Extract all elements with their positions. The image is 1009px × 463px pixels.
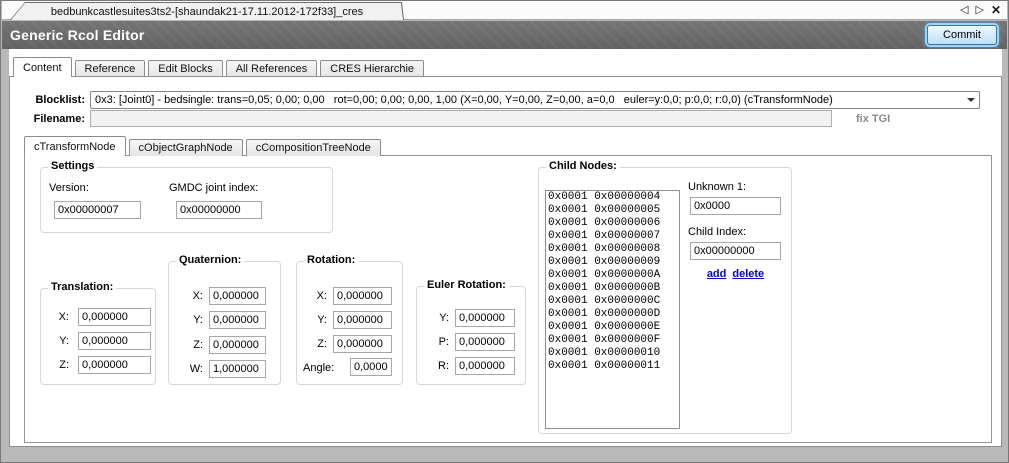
rotation-legend: Rotation: xyxy=(304,254,358,266)
child-nodes-listbox[interactable]: 0x0001 0x00000004 0x0001 0x00000005 0x00… xyxy=(545,190,680,429)
ctransformnode-panel: Settings Version: GMDC joint index: Tran… xyxy=(24,155,992,443)
translation-y-label: Y: xyxy=(49,335,69,347)
blocklist-label: Blocklist: xyxy=(10,94,85,106)
quaternion-y-input[interactable] xyxy=(209,311,266,329)
translation-x-label: X: xyxy=(49,311,69,323)
list-item[interactable]: 0x0001 0x0000000F xyxy=(546,334,679,347)
list-item[interactable]: 0x0001 0x00000009 xyxy=(546,256,679,269)
list-item[interactable]: 0x0001 0x00000004 xyxy=(546,191,679,204)
translation-legend: Translation: xyxy=(48,281,116,293)
quaternion-w-label: W: xyxy=(179,363,203,375)
quaternion-z-label: Z: xyxy=(179,339,203,351)
quaternion-y-label: Y: xyxy=(179,314,203,326)
blocklist-select[interactable]: 0x3: [Joint0] - bedsingle: trans=0,05; 0… xyxy=(90,91,980,109)
filename-label: Filename: xyxy=(10,113,85,125)
euler-p-label: P: xyxy=(427,336,449,348)
list-item[interactable]: 0x0001 0x0000000B xyxy=(546,282,679,295)
content-tab-page: Blocklist: 0x3: [Joint0] - bedsingle: tr… xyxy=(9,76,1002,447)
translation-z-input[interactable] xyxy=(78,356,151,374)
translation-x-input[interactable] xyxy=(78,308,151,326)
translation-group: Translation: X: Y: Z: xyxy=(40,288,156,385)
tab-cobjectgraphnode[interactable]: cObjectGraphNode xyxy=(129,139,243,156)
list-item[interactable]: 0x0001 0x00000010 xyxy=(546,347,679,360)
tab-ccompositiontreenode[interactable]: cCompositionTreeNode xyxy=(246,139,381,156)
tab-cres-hierarchie[interactable]: CRES Hierarchie xyxy=(320,60,424,77)
nav-prev-icon[interactable]: ◁ xyxy=(960,1,968,19)
tab-reference[interactable]: Reference xyxy=(75,60,146,77)
version-input[interactable] xyxy=(54,201,141,219)
euler-r-label: R: xyxy=(427,360,449,372)
tab-all-references[interactable]: All References xyxy=(226,60,318,77)
quaternion-group: Quaternion: X: Y: Z: W: xyxy=(168,261,281,385)
version-label: Version: xyxy=(49,182,89,194)
list-item[interactable]: 0x0001 0x00000005 xyxy=(546,204,679,217)
tab-edit-blocks[interactable]: Edit Blocks xyxy=(148,60,222,77)
unknown1-input[interactable] xyxy=(690,197,781,215)
euler-y-input[interactable] xyxy=(455,309,515,327)
fix-tgi-link: fix TGI xyxy=(856,113,890,125)
child-index-input[interactable] xyxy=(690,242,781,260)
euler-rotation-legend: Euler Rotation: xyxy=(424,279,509,291)
nav-next-icon[interactable]: ▷ xyxy=(975,1,983,19)
rotation-x-input[interactable] xyxy=(333,287,392,305)
chevron-down-icon xyxy=(963,92,979,108)
document-tab-bar: bedbunkcastlesuites3ts2-[shaundak21-17.1… xyxy=(2,1,1007,20)
list-item[interactable]: 0x0001 0x0000000E xyxy=(546,321,679,334)
child-nodes-legend: Child Nodes: xyxy=(546,160,620,172)
node-tab-strip: cTransformNode cObjectGraphNode cComposi… xyxy=(24,136,384,156)
commit-button[interactable]: Commit xyxy=(927,25,997,45)
gmdc-joint-index-label: GMDC joint index: xyxy=(169,182,258,194)
quaternion-x-label: X: xyxy=(179,290,203,302)
euler-r-input[interactable] xyxy=(455,357,515,375)
list-item[interactable]: 0x0001 0x00000007 xyxy=(546,230,679,243)
list-item[interactable]: 0x0001 0x00000006 xyxy=(546,217,679,230)
child-nodes-group: Child Nodes: 0x0001 0x00000004 0x0001 0x… xyxy=(538,167,792,434)
resource-tab[interactable]: bedbunkcastlesuites3ts2-[shaundak21-17.1… xyxy=(10,2,404,20)
euler-p-input[interactable] xyxy=(455,333,515,351)
editor-body: Content Reference Edit Blocks All Refere… xyxy=(9,49,1002,447)
quaternion-w-input[interactable] xyxy=(209,360,266,378)
rotation-angle-label: Angle: xyxy=(303,362,334,374)
page-title: Generic Rcol Editor xyxy=(10,27,145,43)
delete-link[interactable]: delete xyxy=(732,268,764,280)
quaternion-x-input[interactable] xyxy=(209,287,266,305)
add-link[interactable]: add xyxy=(707,268,727,280)
rotation-y-label: Y: xyxy=(305,314,327,326)
tab-ctransformnode[interactable]: cTransformNode xyxy=(24,136,126,156)
rotation-group: Rotation: X: Y: Z: Angle: xyxy=(296,261,403,385)
euler-rotation-group: Euler Rotation: Y: P: R: xyxy=(416,286,526,385)
rotation-x-label: X: xyxy=(305,290,327,302)
list-item[interactable]: 0x0001 0x00000008 xyxy=(546,243,679,256)
rotation-z-label: Z: xyxy=(305,338,327,350)
tab-nav-controls: ◁ ▷ ✕ xyxy=(960,1,1001,19)
list-item[interactable]: 0x0001 0x0000000A xyxy=(546,269,679,282)
rotation-angle-input[interactable] xyxy=(350,358,392,376)
settings-legend: Settings xyxy=(48,160,97,172)
child-nodes-actions: add delete xyxy=(690,268,781,280)
editor-header: Generic Rcol Editor Commit xyxy=(2,21,1007,49)
euler-y-label: Y: xyxy=(427,312,449,324)
translation-z-label: Z: xyxy=(49,359,69,371)
gmdc-joint-index-input[interactable] xyxy=(176,201,262,219)
list-item[interactable]: 0x0001 0x0000000D xyxy=(546,308,679,321)
rotation-y-input[interactable] xyxy=(333,311,392,329)
quaternion-legend: Quaternion: xyxy=(176,254,244,266)
translation-y-input[interactable] xyxy=(78,332,151,350)
close-icon[interactable]: ✕ xyxy=(991,1,1001,19)
rotation-z-input[interactable] xyxy=(333,335,392,353)
list-item[interactable]: 0x0001 0x00000011 xyxy=(546,360,679,373)
window-frame: bedbunkcastlesuites3ts2-[shaundak21-17.1… xyxy=(0,0,1009,463)
child-index-label: Child Index: xyxy=(688,226,746,238)
resource-tab-label: bedbunkcastlesuites3ts2-[shaundak21-17.1… xyxy=(51,6,363,18)
list-item[interactable]: 0x0001 0x0000000C xyxy=(546,295,679,308)
settings-group: Settings Version: GMDC joint index: xyxy=(40,167,333,233)
editor-tab-strip: Content Reference Edit Blocks All Refere… xyxy=(13,57,427,77)
quaternion-z-input[interactable] xyxy=(209,336,266,354)
filename-input[interactable] xyxy=(90,110,832,127)
unknown1-label: Unknown 1: xyxy=(688,181,746,193)
blocklist-selected-value: 0x3: [Joint0] - bedsingle: trans=0,05; 0… xyxy=(91,94,963,106)
tab-content[interactable]: Content xyxy=(13,57,72,77)
